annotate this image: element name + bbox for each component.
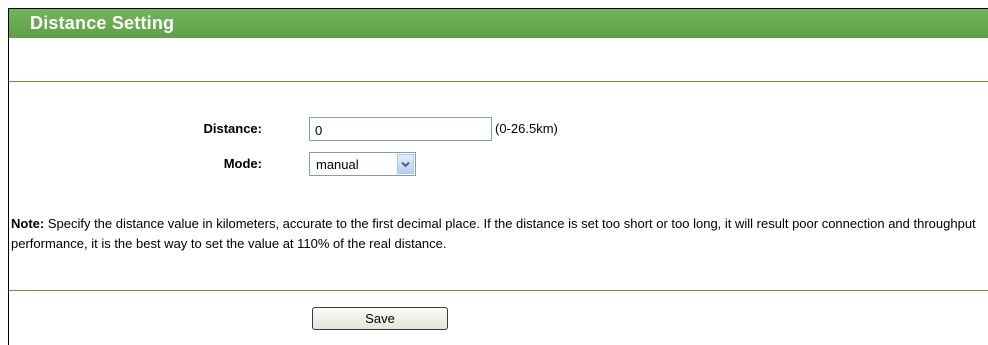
- dropdown-button[interactable]: [397, 154, 414, 174]
- page-title: Distance Setting: [30, 13, 175, 33]
- title-bar: Distance Setting: [9, 9, 988, 38]
- mode-selected-value: manual: [316, 157, 359, 172]
- note-label: Note:: [11, 216, 45, 231]
- save-button[interactable]: Save: [312, 307, 448, 330]
- top-divider: [9, 81, 988, 82]
- distance-input[interactable]: [309, 117, 492, 141]
- distance-label: Distance:: [203, 121, 262, 136]
- note-text: Note: Specify the distance value in kilo…: [11, 214, 986, 254]
- page-frame: [8, 8, 988, 345]
- mode-label: Mode:: [223, 156, 262, 171]
- chevron-down-icon: [401, 161, 410, 168]
- note-body: Specify the distance value in kilometers…: [11, 216, 976, 251]
- distance-range-hint: (0-26.5km): [495, 121, 558, 136]
- mode-select[interactable]: manual: [309, 152, 416, 176]
- bottom-divider: [9, 290, 988, 291]
